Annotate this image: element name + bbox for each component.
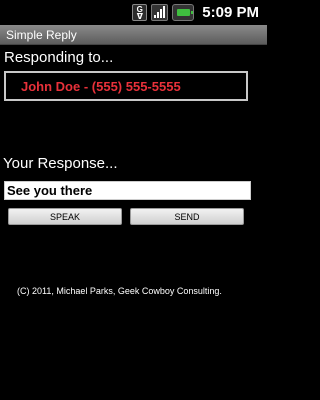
app-title: Simple Reply <box>6 27 77 42</box>
battery-icon <box>172 4 195 21</box>
status-bar: Gᐁ 5:09 PM <box>0 0 267 25</box>
send-button[interactable]: SEND <box>130 208 244 225</box>
response-label: Your Response... <box>3 155 118 172</box>
contact-box[interactable]: John Doe - (555) 555-5555 <box>4 71 248 101</box>
status-time: 5:09 PM <box>202 4 259 21</box>
copyright-footer: (C) 2011, Michael Parks, Geek Cowboy Con… <box>17 286 222 296</box>
app-title-bar: Simple Reply <box>0 25 267 45</box>
signal-icon <box>151 4 169 21</box>
responding-label: Responding to... <box>4 49 114 66</box>
contact-text: John Doe - (555) 555-5555 <box>21 78 181 94</box>
speak-button[interactable]: SPEAK <box>8 208 122 225</box>
gmail-notification-icon: Gᐁ <box>132 4 148 21</box>
response-input[interactable] <box>4 181 251 200</box>
